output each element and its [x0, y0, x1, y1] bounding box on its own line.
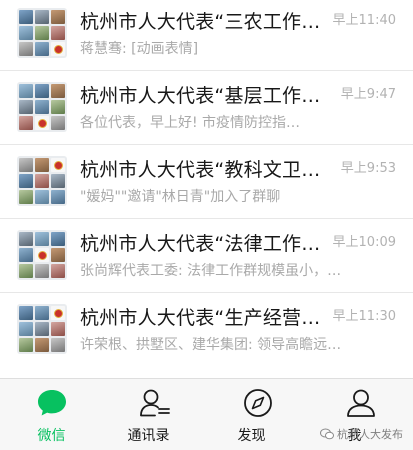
- chat-row-jiceng[interactable]: 杭州市人大代表“基层工作… 早上9:47 各位代表，早上好! 市疫情防控指…: [0, 71, 413, 145]
- emblem-icon: [37, 118, 47, 128]
- chat-time: 早上10:09: [332, 235, 396, 250]
- profile-icon: [346, 389, 375, 417]
- emblem-icon: [53, 160, 63, 170]
- group-avatar: [17, 156, 67, 206]
- chat-time: 早上11:30: [332, 309, 396, 324]
- watermark-text: 杭州人大发布: [337, 428, 403, 441]
- emblem-icon: [53, 308, 63, 318]
- chat-title: 杭州市人大代表“教科文卫…: [80, 159, 321, 181]
- tab-chats[interactable]: 微信: [0, 379, 103, 450]
- tab-label: 发现: [237, 428, 266, 444]
- tab-label: 微信: [37, 428, 66, 444]
- chat-row-falv[interactable]: 杭州市人大代表“法律工作… 早上10:09 张尚辉代表工委: 法律工作群规模虽小…: [0, 219, 413, 293]
- emblem-icon: [37, 250, 47, 260]
- chat-title: 杭州市人大代表“三农工作…: [80, 11, 321, 33]
- chat-preview: 蒋慧骞: [动画表情]: [80, 41, 199, 57]
- emblem-icon: [53, 44, 63, 54]
- compass-icon: [243, 389, 272, 417]
- chat-row-sannong[interactable]: 杭州市人大代表“三农工作… 早上11:40 蒋慧骞: [动画表情]: [0, 0, 413, 71]
- contacts-icon: [139, 389, 170, 417]
- chat-preview: 许荣根、拱墅区、建华集团: 领导高瞻远…: [80, 337, 342, 353]
- tab-discover[interactable]: 发现: [206, 379, 309, 450]
- tab-label: 通讯录: [127, 428, 170, 444]
- chat-title: 杭州市人大代表“法律工作…: [80, 233, 321, 255]
- group-avatar: [17, 8, 67, 58]
- watermark: 杭州人大发布: [320, 426, 403, 442]
- chat-bubble-icon: [37, 390, 66, 416]
- tab-contacts[interactable]: 通讯录: [103, 379, 206, 450]
- chat-list: 杭州市人大代表“三农工作… 早上11:40 蒋慧骞: [动画表情] 杭州市人大代…: [0, 0, 413, 378]
- group-avatar: [17, 82, 67, 132]
- chat-preview: "媛妈""邀请"林日青"加入了群聊: [80, 189, 281, 205]
- wechat-logo-icon: [320, 428, 334, 440]
- group-avatar: [17, 230, 67, 280]
- chat-preview: 各位代表，早上好! 市疫情防控指…: [80, 115, 301, 131]
- chat-title: 杭州市人大代表“生产经营…: [80, 307, 321, 329]
- chat-time: 早上11:40: [332, 13, 396, 28]
- chat-row-jiaokewenwei[interactable]: 杭州市人大代表“教科文卫… 早上9:53 "媛妈""邀请"林日青"加入了群聊: [0, 145, 413, 219]
- chat-time: 早上9:53: [340, 161, 396, 176]
- chat-time: 早上9:47: [340, 87, 396, 102]
- wechat-chat-list-screen: 杭州市人大代表“三农工作… 早上11:40 蒋慧骞: [动画表情] 杭州市人大代…: [0, 0, 413, 450]
- group-avatar: [17, 304, 67, 354]
- chat-preview: 张尚辉代表工委: 法律工作群规模虽小，…: [80, 263, 342, 279]
- chat-title: 杭州市人大代表“基层工作…: [80, 85, 321, 107]
- chat-row-shengchanjingying[interactable]: 杭州市人大代表“生产经营… 早上11:30 许荣根、拱墅区、建华集团: 领导高瞻…: [0, 293, 413, 378]
